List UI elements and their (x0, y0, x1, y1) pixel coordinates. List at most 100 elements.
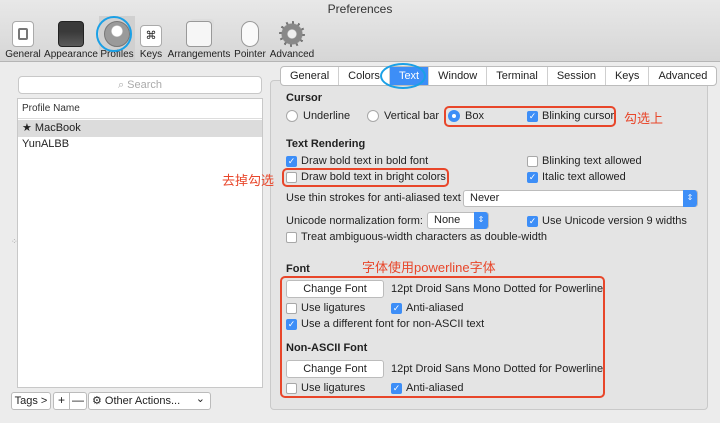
checkbox-label: Blinking text allowed (542, 155, 642, 167)
tab-terminal[interactable]: Terminal (487, 67, 548, 85)
vertical-bar-radio[interactable] (367, 110, 379, 122)
underline-radio[interactable] (286, 110, 298, 122)
pointer-icon (241, 21, 259, 47)
search-icon: ⌕ (117, 79, 128, 91)
font-section-title: Font (286, 263, 310, 275)
cursor-vertical-bar-option[interactable]: Vertical bar (367, 110, 439, 122)
checkbox-label: Use a different font for non-ASCII text (301, 318, 485, 330)
font-anti-aliased-option[interactable]: Anti-aliased (391, 302, 463, 314)
unicode-v9-checkbox[interactable] (527, 215, 538, 227)
annotation-use-powerline: 字体使用powerline字体 (362, 260, 496, 275)
tags-button[interactable]: Tags > (11, 392, 51, 410)
profile-list: Profile Name ★ MacBook YunALBB (17, 98, 263, 388)
blinking-text-checkbox[interactable] (527, 155, 538, 167)
toolbar-general[interactable]: General (4, 16, 42, 60)
advanced-icon (279, 21, 305, 47)
tab-session[interactable]: Session (548, 67, 606, 85)
checkbox-label: Anti-aliased (406, 302, 464, 314)
gear-icon: ⚙ (92, 395, 105, 407)
non-ascii-change-font-button[interactable]: Change Font (286, 360, 384, 378)
thin-strokes-select[interactable]: Never ⇕ (463, 190, 698, 207)
non-ascii-font-section-title: Non-ASCII Font (286, 342, 368, 354)
thin-strokes-label: Use thin strokes for anti-aliased text (286, 192, 461, 204)
toolbar-label: Keys (139, 49, 163, 60)
profile-search-input[interactable]: ⌕ Search (18, 76, 262, 94)
settings-tabs: General Colors Text Window Terminal Sess… (280, 66, 718, 86)
ambiguous-width-option[interactable]: Treat ambiguous-width characters as doub… (286, 231, 547, 243)
resize-handle[interactable]: ⁘ (11, 237, 18, 246)
italic-text-checkbox[interactable] (527, 171, 538, 183)
profiles-highlight-ellipse (96, 16, 132, 52)
toolbar-appearance[interactable]: Appearance (44, 16, 98, 60)
other-actions-button[interactable]: ⚙ Other Actions... ⌄ (88, 392, 211, 410)
non-ascii-anti-aliased-checkbox[interactable] (391, 382, 402, 394)
draw-bold-font-option[interactable]: Draw bold text in bold font (286, 155, 428, 167)
annotation-uncheck: 去掉勾选 (222, 173, 275, 188)
cursor-underline-option[interactable]: Underline (286, 110, 350, 122)
non-ascii-ligatures-option[interactable]: Use ligatures (286, 382, 365, 394)
checkbox-label: Use Unicode version 9 widths (542, 215, 687, 227)
toolbar-keys[interactable]: ⌘ Keys (138, 16, 164, 60)
chevron-updown-icon: ⇕ (474, 212, 488, 229)
profile-row-macbook[interactable]: ★ MacBook (18, 120, 262, 137)
toolbar-pointer[interactable]: Pointer (232, 16, 268, 60)
search-placeholder: Search (127, 79, 163, 91)
checkbox-label: Anti-aliased (406, 382, 464, 394)
other-actions-label: Other Actions... (104, 395, 181, 407)
font-description: 12pt Droid Sans Mono Dotted for Powerlin… (391, 283, 604, 295)
checkbox-label: Treat ambiguous-width characters as doub… (301, 231, 547, 243)
tab-window[interactable]: Window (429, 67, 488, 85)
ambiguous-width-checkbox[interactable] (286, 231, 297, 243)
italic-text-option[interactable]: Italic text allowed (527, 171, 626, 183)
appearance-icon (58, 21, 84, 47)
annotation-check-on: 勾选上 (624, 111, 664, 126)
change-font-button[interactable]: Change Font (286, 280, 384, 298)
bright-colors-annotation-box (282, 168, 449, 187)
font-ligatures-option[interactable]: Use ligatures (286, 302, 365, 314)
toolbar-label: General (5, 49, 41, 60)
non-ascii-anti-aliased-option[interactable]: Anti-aliased (391, 382, 463, 394)
checkbox-label: Italic text allowed (542, 171, 626, 183)
checkbox-label: Draw bold text in bold font (301, 155, 429, 167)
different-font-option[interactable]: Use a different font for non-ASCII text (286, 318, 484, 330)
keys-icon: ⌘ (140, 25, 162, 47)
non-ascii-ligatures-checkbox[interactable] (286, 382, 297, 394)
cursor-annotation-box (444, 106, 616, 127)
toolbar-advanced[interactable]: Advanced (270, 16, 314, 60)
remove-profile-button[interactable]: — (70, 392, 87, 410)
toolbar-label: Pointer (234, 49, 266, 60)
select-value: Never (470, 192, 500, 204)
profile-name-column-header[interactable]: Profile Name (18, 99, 262, 119)
window-title: Preferences (327, 2, 393, 16)
arrangements-icon (186, 21, 212, 47)
non-ascii-font-description: 12pt Droid Sans Mono Dotted for Powerlin… (391, 363, 604, 375)
toolbar-label: Appearance (44, 49, 98, 60)
select-value: None (434, 214, 461, 226)
unicode-normalization-select[interactable]: None ⇕ (427, 212, 489, 229)
tab-keys[interactable]: Keys (606, 67, 650, 85)
add-profile-button[interactable]: + (53, 392, 70, 410)
profile-row-yunalbb[interactable]: YunALBB (18, 136, 262, 153)
unicode-v9-option[interactable]: Use Unicode version 9 widths (527, 215, 687, 227)
checkbox-label: Use ligatures (301, 302, 366, 314)
toolbar-arrangements[interactable]: Arrangements (168, 16, 230, 60)
font-anti-aliased-checkbox[interactable] (391, 302, 402, 314)
blinking-text-option[interactable]: Blinking text allowed (527, 155, 642, 167)
toolbar-label: Advanced (269, 49, 315, 60)
radio-label: Vertical bar (384, 110, 440, 122)
chevron-down-icon: ⌄ (195, 393, 205, 405)
tab-general[interactable]: General (281, 67, 340, 85)
toolbar-label: Arrangements (167, 49, 231, 60)
tab-advanced[interactable]: Advanced (649, 67, 716, 85)
font-ligatures-checkbox[interactable] (286, 302, 297, 314)
cursor-section-title: Cursor (286, 92, 323, 104)
text-tab-highlight-ellipse (380, 63, 426, 89)
general-icon (12, 21, 34, 47)
text-rendering-section-title: Text Rendering (286, 138, 366, 150)
checkbox-label: Use ligatures (301, 382, 366, 394)
chevron-updown-icon: ⇕ (683, 190, 697, 207)
unicode-normalization-label: Unicode normalization form: (286, 215, 423, 227)
different-font-checkbox[interactable] (286, 318, 297, 330)
radio-label: Underline (303, 110, 351, 122)
draw-bold-font-checkbox[interactable] (286, 155, 297, 167)
